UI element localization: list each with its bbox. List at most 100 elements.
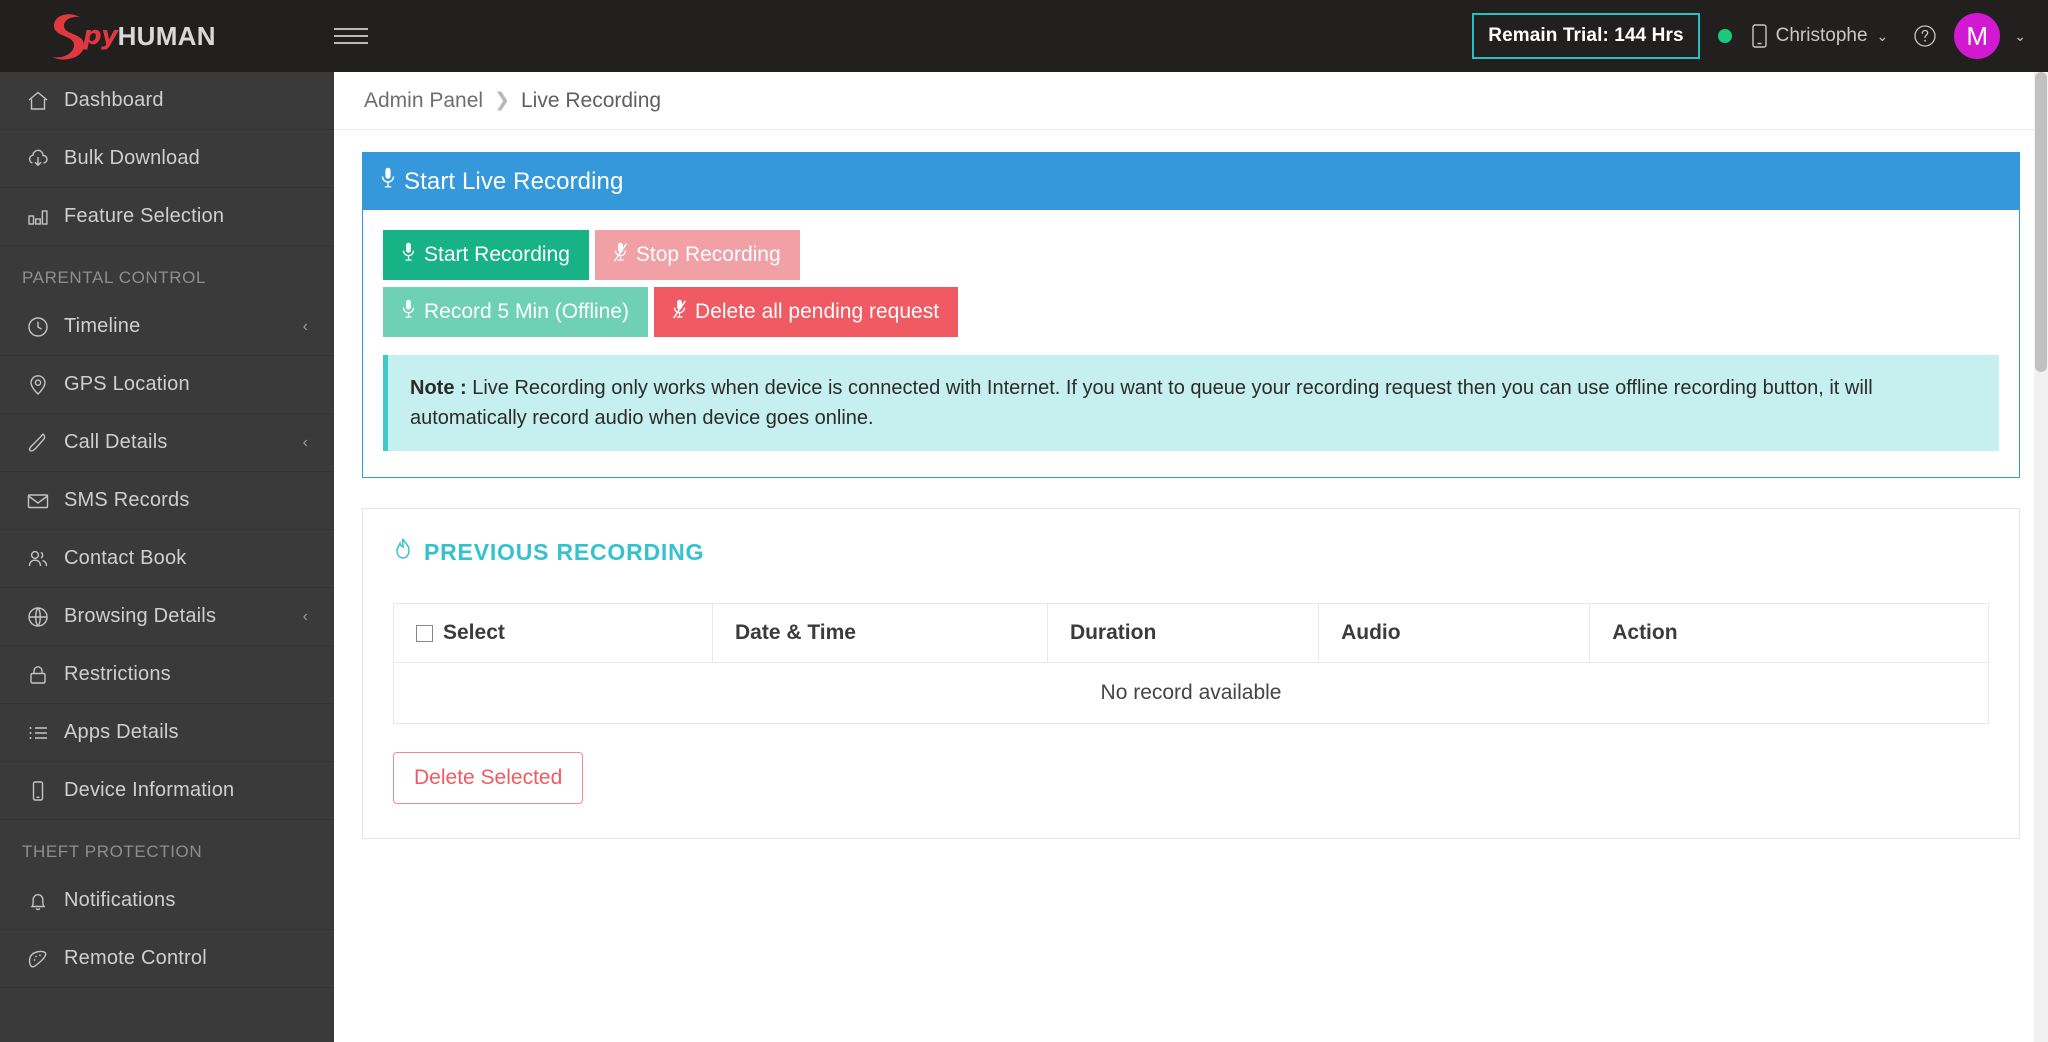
sidebar-item-label: Remote Control	[64, 947, 207, 969]
record-5-min-offline-button[interactable]: Record 5 Min (Offline)	[383, 287, 649, 337]
start-recording-button[interactable]: Start Recording	[383, 230, 589, 280]
sidebar-item-dashboard[interactable]: Dashboard	[0, 72, 334, 130]
avatar[interactable]: M	[1954, 13, 2001, 59]
hamburger-icon[interactable]	[334, 28, 368, 44]
brand-human-text: HUMAN	[117, 20, 216, 51]
scrollbar-thumb[interactable]	[2035, 72, 2047, 372]
column-action: Action	[1589, 603, 1989, 663]
sidebar-item-notifications[interactable]: Notifications	[0, 872, 334, 930]
select-all-checkbox[interactable]	[416, 624, 433, 642]
lock-icon	[26, 663, 64, 687]
phone-icon	[1751, 24, 1767, 48]
globe-icon	[26, 605, 64, 629]
recording-buttons-row-1: Start Recording Stop Recording	[383, 230, 1999, 280]
top-bar-right: Remain Trial: 144 Hrs Christophe ⌄ M ⌄	[1472, 0, 2048, 72]
sidebar-item-label: GPS Location	[64, 373, 190, 395]
sidebar-item-apps-details[interactable]: Apps Details	[0, 704, 334, 762]
button-label: Record 5 Min (Offline)	[424, 300, 630, 323]
note-alert: Note : Live Recording only works when de…	[383, 355, 1999, 451]
device-selector[interactable]: Christophe ⌄	[1751, 24, 1889, 48]
spyhuman-s-mark	[52, 13, 84, 60]
microphone-icon	[381, 167, 395, 196]
sidebar-item-label: Bulk Download	[64, 147, 201, 169]
column-date-time: Date & Time	[712, 603, 1048, 663]
delete-all-pending-request-button[interactable]: Delete all pending request	[654, 287, 959, 337]
column-audio: Audio	[1318, 603, 1591, 663]
clock-icon	[26, 315, 64, 339]
breadcrumb-current: Live Recording	[521, 88, 662, 112]
bell-icon	[26, 889, 64, 913]
cloud-download-icon	[26, 147, 64, 171]
sidebar-item-label: Apps Details	[64, 721, 179, 743]
sidebar-item-feature-selection[interactable]: Feature Selection	[0, 188, 334, 246]
table-head: Select Date & Time Duration Audio Action	[393, 603, 1989, 663]
sidebar-item-call-details[interactable]: Call Details ‹	[0, 414, 334, 472]
sidebar-item-label: Browsing Details	[64, 605, 217, 627]
phone-call-icon	[26, 431, 64, 455]
sidebar-group-parental-control: PARENTAL CONTROL	[22, 268, 207, 287]
button-label: Start Recording	[424, 243, 570, 266]
column-label: Select	[443, 621, 505, 644]
sidebar-item-bulk-download[interactable]: Bulk Download	[0, 130, 334, 188]
home-icon	[26, 89, 64, 113]
breadcrumb-root[interactable]: Admin Panel	[364, 89, 483, 113]
chevron-left-icon: ‹	[302, 433, 308, 451]
map-pin-icon	[26, 373, 64, 397]
online-status-dot	[1717, 29, 1732, 43]
brand-logo[interactable]: py HUMAN	[0, 0, 334, 72]
remote-control-icon	[26, 947, 64, 971]
chevron-left-icon: ‹	[302, 607, 308, 625]
microphone-slash-icon	[673, 299, 687, 325]
content-inner: Start Live Recording Start Recording Sto…	[334, 130, 2048, 839]
table-header-row: Select Date & Time Duration Audio Action	[393, 603, 1989, 663]
sidebar-item-browsing-details[interactable]: Browsing Details ‹	[0, 588, 334, 646]
previous-recording-title: PREVIOUS RECORDING	[393, 537, 1989, 567]
chevron-down-icon: ⌄	[1876, 28, 1889, 44]
chevron-left-icon: ‹	[302, 317, 308, 335]
sidebar: Dashboard Bulk Download Feature Selectio…	[0, 72, 334, 1042]
sidebar-item-label: SMS Records	[64, 489, 190, 511]
top-bar: py HUMAN Remain Trial: 144 Hrs Christoph…	[0, 0, 2048, 72]
sidebar-item-label: Dashboard	[64, 89, 164, 111]
sidebar-item-contact-book[interactable]: Contact Book	[0, 530, 334, 588]
live-recording-panel: Start Live Recording Start Recording Sto…	[362, 152, 2020, 478]
sidebar-item-sms-records[interactable]: SMS Records	[0, 472, 334, 530]
mobile-icon	[26, 779, 64, 803]
table-row: No record available	[393, 662, 1989, 724]
breadcrumb: Admin Panel ❯ Live Recording	[334, 72, 2048, 130]
previous-recording-title-label: PREVIOUS RECORDING	[424, 538, 705, 565]
button-label: Delete all pending request	[695, 300, 940, 323]
column-duration: Duration	[1046, 603, 1320, 663]
live-recording-panel-header: Start Live Recording	[363, 153, 2019, 210]
avatar-chevron-down-icon[interactable]: ⌄	[2014, 29, 2026, 43]
sidebar-item-gps-location[interactable]: GPS Location	[0, 356, 334, 414]
microphone-slash-icon	[613, 242, 627, 268]
list-icon	[26, 721, 64, 745]
fire-icon	[393, 537, 413, 567]
sidebar-item-remote-control[interactable]: Remote Control	[0, 930, 334, 988]
live-recording-panel-title: Start Live Recording	[404, 167, 624, 195]
recording-buttons-row-2: Record 5 Min (Offline) Delete all pendin…	[383, 287, 1999, 337]
sidebar-item-device-information[interactable]: Device Information	[0, 762, 334, 820]
brand-spy-text: py	[83, 21, 118, 51]
sidebar-item-label: Notifications	[64, 889, 176, 911]
delete-selected-button[interactable]: Delete Selected	[393, 752, 584, 804]
column-select: Select	[393, 603, 713, 663]
sidebar-item-timeline[interactable]: Timeline ‹	[0, 298, 334, 356]
sidebar-item-label: Call Details	[64, 431, 168, 453]
bar-chart-icon	[26, 205, 64, 229]
microphone-icon	[402, 299, 415, 325]
previous-recording-table: Select Date & Time Duration Audio Action	[393, 603, 1989, 724]
envelope-icon	[26, 489, 64, 513]
sidebar-group-theft-protection: THEFT PROTECTION	[22, 842, 203, 861]
chevron-right-icon: ❯	[494, 90, 510, 111]
page-scrollbar[interactable]	[2034, 72, 2048, 1042]
sidebar-item-restrictions[interactable]: Restrictions	[0, 646, 334, 704]
help-circle-icon[interactable]	[1912, 23, 1938, 49]
stop-recording-button[interactable]: Stop Recording	[594, 230, 800, 280]
table-body: No record available	[393, 662, 1989, 724]
note-text: Live Recording only works when device is…	[410, 377, 1873, 429]
sidebar-item-label: Device Information	[64, 779, 235, 801]
sidebar-item-label: Contact Book	[64, 547, 187, 569]
sidebar-item-label: Timeline	[64, 315, 141, 337]
